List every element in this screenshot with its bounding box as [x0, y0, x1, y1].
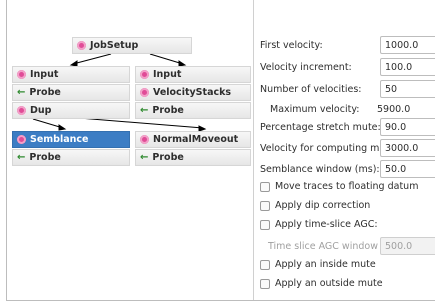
node-label: JobSetup: [90, 40, 139, 51]
first-velocity-input[interactable]: 1000.0: [380, 36, 435, 54]
outside-mute-label: Apply an outside mute: [275, 278, 383, 289]
arrow-left-icon: ←: [17, 152, 26, 163]
semblance-window-input[interactable]: 50.0: [380, 160, 435, 178]
semblance-window-label: Semblance window (ms):: [260, 164, 380, 175]
node-label: VelocityStacks: [153, 87, 232, 98]
flow-node-probe-bottom-right[interactable]: ← Probe: [135, 149, 251, 166]
gear-icon: [17, 135, 26, 144]
velocity-increment-label: Velocity increment:: [260, 62, 352, 73]
flow-node-semblance[interactable]: Semblance: [12, 131, 130, 148]
number-of-velocities-input[interactable]: 50: [380, 80, 435, 98]
first-velocity-label: First velocity:: [260, 40, 323, 51]
flow-node-probe-right-top[interactable]: ← Probe: [135, 102, 251, 119]
flow-node-normalmoveout[interactable]: NormalMoveout: [135, 131, 251, 148]
maximum-velocity-label: Maximum velocity:: [270, 104, 360, 115]
gear-icon: [77, 41, 86, 50]
node-label: Probe: [152, 105, 184, 116]
agc-window-input[interactable]: 500.0: [380, 237, 435, 255]
node-label: Input: [153, 69, 182, 80]
flow-node-probe-left[interactable]: ← Probe: [12, 84, 130, 101]
inside-mute-checkbox[interactable]: [260, 260, 270, 270]
time-slice-agc-label: Apply time-slice AGC:: [275, 219, 378, 230]
stretch-mute-input[interactable]: 90.0: [380, 118, 435, 136]
gear-icon: [140, 88, 149, 97]
flow-node-probe-bottom-left[interactable]: ← Probe: [12, 149, 130, 166]
node-label: NormalMoveout: [153, 134, 239, 145]
arrow-left-icon: ←: [140, 152, 149, 163]
arrow-left-icon: ←: [17, 87, 26, 98]
dip-correction-label: Apply dip correction: [275, 200, 371, 211]
flow-node-input-left[interactable]: Input: [12, 66, 130, 83]
stretch-mute-label: Percentage stretch mute:: [260, 122, 381, 133]
number-of-velocities-label: Number of velocities:: [260, 84, 362, 95]
flow-node-input-right[interactable]: Input: [135, 66, 251, 83]
gear-icon: [17, 106, 26, 115]
maximum-velocity-value: 5900.0: [377, 104, 411, 115]
node-label: Input: [30, 69, 59, 80]
node-label: Dup: [30, 105, 52, 116]
velocity-mute-label: Velocity for computing mute:: [260, 143, 399, 154]
gear-icon: [140, 70, 149, 79]
arrow-left-icon: ←: [140, 105, 149, 116]
flow-node-jobsetup[interactable]: JobSetup: [72, 37, 192, 54]
flow-node-velocitystacks[interactable]: VelocityStacks: [135, 84, 251, 101]
dip-correction-checkbox[interactable]: [260, 201, 270, 211]
node-label: Semblance: [30, 134, 89, 145]
outside-mute-checkbox[interactable]: [260, 279, 270, 289]
node-label: Probe: [29, 87, 61, 98]
velocity-increment-input[interactable]: 100.0: [380, 58, 435, 76]
inside-mute-label: Apply an inside mute: [275, 259, 376, 270]
flow-node-dup[interactable]: Dup: [12, 102, 130, 119]
node-label: Probe: [152, 152, 184, 163]
node-label: Probe: [29, 152, 61, 163]
flow-panel: JobSetup Input ← Probe Dup Input Velocity…: [7, 0, 254, 300]
gear-icon: [140, 135, 149, 144]
move-traces-label: Move traces to floating datum: [275, 181, 419, 192]
time-slice-agc-checkbox[interactable]: [260, 220, 270, 230]
velocity-mute-input[interactable]: 3000.0: [380, 139, 435, 157]
move-traces-checkbox[interactable]: [260, 182, 270, 192]
gear-icon: [17, 70, 26, 79]
